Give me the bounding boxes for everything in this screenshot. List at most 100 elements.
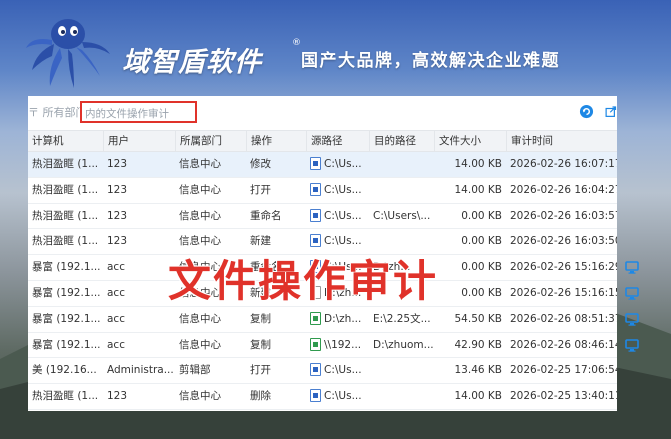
brand-header: 域智盾软件 ® 国产大品牌，高效解决企业难题 (18, 12, 658, 92)
cell-src-path-text: C:\Us... (324, 390, 362, 403)
cell-dept: 剪辑部 (175, 358, 246, 383)
cell-dept: 信息中心 (175, 333, 246, 358)
cell-src-path: C:\Us... (306, 358, 369, 383)
cell-audit-time: 2026-02-25 13:40:11 (506, 384, 617, 409)
table-row[interactable]: 热泪盈眶 (1... 123 信息中心 修改 C:\Us... 14.00 KB 2026-… (28, 152, 617, 178)
cell-operation-text: 新建 (250, 235, 271, 248)
cell-user: 123 (103, 152, 175, 177)
cell-dept-text: 信息中心 (179, 312, 221, 325)
monitor-icon[interactable] (625, 312, 639, 326)
cell-dst-path-text: E:\2.25文... (373, 312, 431, 325)
cell-audit-time: 2026-02-26 16:07:17 (506, 152, 617, 177)
cell-operation-text: 复制 (250, 338, 271, 351)
table-row[interactable]: 热泪盈眶 (1... 123 信息中心 重命名 C:\Us... C:\Users\...… (28, 203, 617, 230)
cell-user-text: 123 (107, 183, 128, 196)
refresh-icon[interactable] (579, 104, 594, 119)
cell-operation: 复制 (246, 333, 306, 358)
col-user[interactable]: 用户 (103, 131, 175, 152)
cell-computer-text: 热泪盈眶 (1... (32, 158, 99, 170)
cell-src-path-text: C:\Us... (324, 158, 362, 170)
col-dst-path[interactable]: 目的路径 (369, 131, 434, 152)
search-input[interactable]: 内的文件操作审计 (80, 101, 197, 123)
export-icon[interactable] (605, 104, 617, 119)
cell-operation: 修改 (246, 152, 306, 177)
cell-src-path: C:\Us... (306, 152, 369, 177)
cell-computer: 暴富 (192.1... (28, 281, 103, 306)
cell-user-text: Administra... (107, 364, 174, 377)
word-file-icon (310, 234, 321, 248)
col-src-path[interactable]: 源路径 (306, 131, 369, 152)
col-computer[interactable]: 计算机 (28, 131, 103, 152)
cell-user-text: 123 (107, 235, 128, 248)
cell-user-text: 123 (107, 390, 128, 403)
word-file-icon (310, 208, 321, 222)
cell-src-path-text: C:\Us... (324, 235, 362, 248)
table-row[interactable]: 暴富 (192.1... acc 信息中心 复制 D:\zh... E:\2.25文...… (28, 306, 639, 333)
table-row[interactable]: 热泪盈眶 (1... 123 信息中心 打开 C:\Us... 14.00 KB 2026-… (28, 177, 617, 204)
word-file-icon (310, 182, 321, 196)
cell-operation-text: 删除 (250, 390, 271, 403)
monitor-icon[interactable] (625, 287, 639, 300)
cell-operation: 删除 (246, 384, 306, 409)
col-file-size[interactable]: 文件大小 (434, 131, 506, 152)
cell-computer: 热泪盈眶 (1... (28, 384, 103, 409)
cell-audit-time-text: 2026-02-26 16:03:50 (510, 235, 617, 248)
cell-audit-time: 2026-02-26 08:51:37 (506, 307, 617, 332)
cell-dst-path (369, 178, 434, 203)
cell-audit-time-text: 2026-02-26 15:16:15 (510, 286, 617, 299)
cell-file-size-text: 0.00 KB (461, 209, 502, 222)
cell-file-size-text: 14.00 KB (454, 390, 503, 403)
table-row[interactable]: 热泪盈眶 (1... 123 信息中心 删除 C:\Us... 14.00 KB 2026-… (28, 384, 617, 410)
cell-file-size: 13.46 KB (434, 358, 506, 383)
cell-user: 123 (103, 204, 175, 229)
cell-computer-text: 热泪盈眶 (1... (32, 209, 99, 222)
cell-user-text: acc (107, 338, 125, 351)
cell-user: 123 (103, 178, 175, 203)
cell-audit-time-text: 2026-02-26 16:03:57 (510, 209, 617, 222)
cell-dst-path-text: C:\Users\... (373, 209, 431, 222)
cell-audit-time: 2026-02-26 16:03:50 (506, 229, 617, 254)
brand-slogan: 国产大品牌，高效解决企业难题 (301, 51, 560, 71)
cell-audit-time-text: 2026-02-26 08:51:37 (510, 312, 617, 325)
excel-file-icon (310, 337, 321, 351)
cell-src-path-text: \\192... (324, 338, 362, 351)
monitor-icon[interactable] (625, 261, 639, 274)
cell-user: acc (103, 333, 175, 358)
cell-operation-text: 打开 (250, 183, 271, 196)
cell-user-text: acc (107, 261, 125, 274)
cell-computer: 热泪盈眶 (1... (28, 178, 103, 203)
cell-dst-path: C:\Users\... (369, 204, 434, 229)
cell-computer-text: 热泪盈眶 (1... (32, 183, 99, 196)
cell-src-path-text: C:\Us... (324, 183, 362, 196)
cell-dept: 信息中心 (175, 178, 246, 203)
cell-dept: 信息中心 (175, 152, 246, 177)
cell-file-size: 14.00 KB (434, 178, 506, 203)
cell-dept-text: 信息中心 (179, 235, 221, 248)
word-file-icon (310, 363, 321, 377)
search-placeholder: 内的文件操作审计 (85, 108, 169, 120)
cell-file-size: 42.90 KB (434, 333, 506, 358)
cell-computer: 暴富 (192.1... (28, 255, 103, 280)
table-row[interactable]: 暴富 (192.1... acc 信息中心 复制 \\192... D:\zhuom...… (28, 332, 639, 359)
cell-dept-text: 信息中心 (179, 183, 221, 196)
cell-operation: 打开 (246, 358, 306, 383)
overlay-title: 文件操作审计 (168, 257, 438, 307)
col-audit-time[interactable]: 审计时间 (506, 131, 617, 152)
cell-computer: 热泪盈眶 (1... (28, 204, 103, 229)
cell-audit-time-text: 2026-02-25 13:40:11 (510, 390, 617, 403)
cell-src-path: C:\Us... (306, 384, 369, 409)
cell-user-text: acc (107, 312, 125, 325)
table-row[interactable]: 美 (192.16... Administra... 剪辑部 打开 C:\Us... 13… (28, 358, 617, 385)
department-filter[interactable]: 〒 所有部门 (28, 104, 87, 120)
cell-operation-text: 打开 (250, 364, 271, 377)
cell-src-path-text: C:\Us... (324, 364, 362, 377)
cell-user: acc (103, 281, 175, 306)
cell-user-text: 123 (107, 158, 128, 170)
cell-file-size-text: 54.50 KB (454, 312, 503, 325)
monitor-icon[interactable] (625, 338, 639, 352)
word-file-icon (310, 389, 321, 403)
cell-computer: 热泪盈眶 (1... (28, 229, 103, 254)
col-dept[interactable]: 所属部门 (175, 131, 246, 152)
cell-file-size: 0.00 KB (434, 281, 506, 306)
col-operation[interactable]: 操作 (246, 131, 306, 152)
